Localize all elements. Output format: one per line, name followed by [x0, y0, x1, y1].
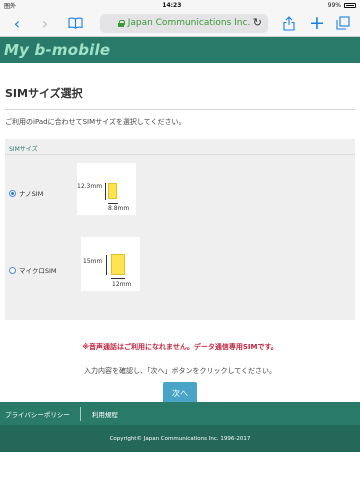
reload-icon[interactable]: ↻: [253, 16, 262, 29]
terms-link[interactable]: 利用規程: [92, 409, 118, 419]
page-title: SIMサイズ選択: [5, 87, 83, 100]
tabs-icon[interactable]: [332, 12, 354, 34]
url-text: Japan Communications Inc.: [127, 18, 251, 28]
nano-sim-label[interactable]: ナノSIM: [19, 188, 43, 198]
micro-sim-height: 15mm: [83, 258, 103, 265]
option-nano-sim[interactable]: ナノSIM: [9, 188, 43, 198]
nano-height-line: [105, 183, 106, 200]
sim-size-header: SIMサイズ: [5, 139, 355, 155]
status-bar: 圏外 14:23 99%: [0, 0, 360, 10]
sim-size-panel: SIMサイズ ナノSIM 12.3mm 8.8mm マイクロSIM 15mm 1…: [5, 139, 355, 320]
micro-sim-label[interactable]: マイクロSIM: [19, 265, 57, 275]
battery-percent: 99%: [327, 1, 341, 9]
bookmarks-icon[interactable]: [64, 12, 86, 34]
micro-height-line: [106, 255, 107, 275]
carrier-label: 圏外: [4, 2, 17, 10]
data-only-warning: ※音声通話はご利用になれません。データ通信専用SIMです。: [82, 343, 278, 351]
share-icon[interactable]: [278, 12, 300, 34]
nano-width-line: [108, 203, 118, 204]
title-divider: [5, 109, 355, 110]
status-right: 99%: [328, 2, 356, 9]
nano-sim-diagram: 12.3mm 8.8mm: [77, 163, 136, 215]
clock: 14:23: [162, 1, 182, 9]
address-bar[interactable]: Japan Communications Inc. ↻: [100, 13, 268, 33]
nano-sim-width: 8.8mm: [108, 205, 130, 212]
brand-logo[interactable]: My b-mobile: [4, 41, 110, 59]
micro-width-line: [111, 278, 125, 279]
micro-sim-diagram: 15mm 12mm: [81, 237, 140, 291]
back-icon[interactable]: ‹: [6, 12, 28, 34]
micro-sim-chip: [111, 254, 125, 275]
instruction-text: 入力内容を確認し、「次へ」ボタンをクリックしてください。: [83, 367, 277, 375]
option-micro-sim[interactable]: マイクロSIM: [9, 265, 57, 275]
nano-sim-height: 12.3mm: [77, 183, 103, 190]
brand-header: My b-mobile: [0, 37, 360, 63]
forward-icon[interactable]: ›: [34, 12, 56, 34]
new-tab-icon[interactable]: +: [306, 12, 328, 34]
main-content: SIMサイズ選択 ご利用のiPadに合わせてSIMサイズを選択してください。 S…: [0, 85, 360, 405]
battery-icon: [344, 2, 356, 8]
copyright-bar: Copyright© Japan Communications Inc. 199…: [0, 425, 360, 452]
micro-sim-width: 12mm: [112, 281, 132, 288]
nano-sim-radio[interactable]: [9, 189, 16, 197]
nano-sim-chip: [108, 183, 117, 199]
browser-toolbar: ‹ › Japan Communications Inc. ↻ +: [0, 10, 360, 37]
page-lead: ご利用のiPadに合わせてSIMサイズを選択してください。: [5, 118, 186, 126]
micro-sim-radio[interactable]: [9, 266, 16, 274]
lock-icon: [117, 19, 125, 27]
privacy-policy-link[interactable]: プライバシーポリシー: [5, 409, 70, 419]
footer-separator: [79, 406, 81, 421]
footer-links: プライバシーポリシー 利用規程: [0, 402, 360, 425]
copyright-text: Copyright© Japan Communications Inc. 199…: [109, 435, 251, 442]
